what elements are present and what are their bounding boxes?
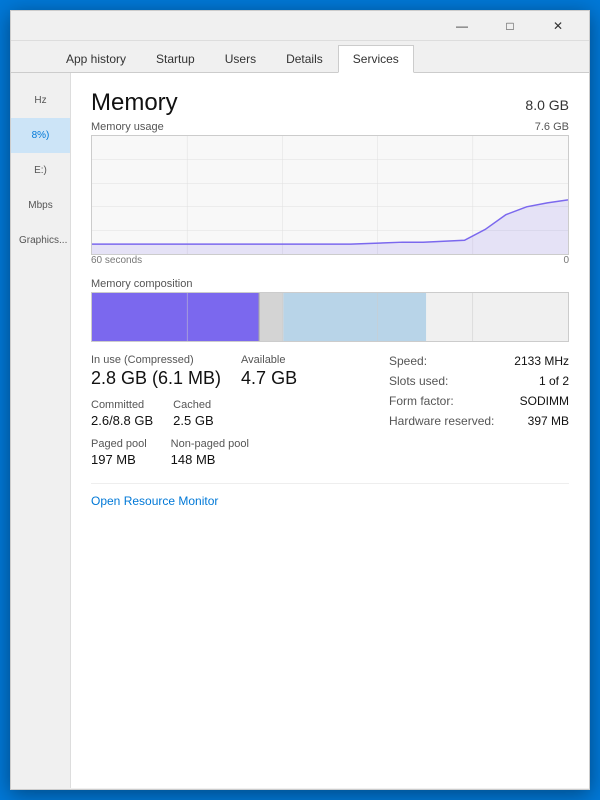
usage-chart-container bbox=[91, 135, 569, 255]
memory-header: Memory 8.0 GB bbox=[91, 89, 569, 117]
sidebar-item-disk[interactable]: E:) bbox=[11, 153, 70, 188]
sidebar-item-cpu[interactable]: Hz bbox=[11, 83, 70, 118]
usage-chart-svg bbox=[92, 136, 568, 254]
cached-value: 2.5 GB bbox=[173, 413, 213, 428]
tab-startup[interactable]: Startup bbox=[141, 45, 210, 73]
content-area: Hz 8%) E:) Mbps Graphics... Memory 8.0 G… bbox=[11, 73, 589, 788]
pool-section: Paged pool 197 MB Non-paged pool 148 MB bbox=[91, 438, 369, 467]
minimize-button[interactable]: — bbox=[439, 11, 485, 41]
usage-chart-label: Memory usage 7.6 GB bbox=[91, 121, 569, 133]
non-paged-pool-value: 148 MB bbox=[171, 452, 249, 467]
tab-details[interactable]: Details bbox=[271, 45, 338, 73]
sidebar-item-memory[interactable]: 8%) bbox=[11, 118, 70, 153]
committed-value: 2.6/8.8 GB bbox=[91, 413, 153, 428]
form-factor-row: Form factor: SODIMM bbox=[389, 394, 569, 408]
stat-non-paged-pool: Non-paged pool 148 MB bbox=[171, 438, 249, 467]
tab-app-history[interactable]: App history bbox=[51, 45, 141, 73]
slots-label: Slots used: bbox=[389, 374, 448, 388]
composition-chart-section: Memory composition bbox=[91, 278, 569, 342]
memory-title: Memory bbox=[91, 89, 178, 117]
stat-available: Available 4.7 GB bbox=[241, 354, 297, 389]
task-manager-window: — □ ✕ App history Startup Users Details … bbox=[10, 10, 590, 790]
speed-value: 2133 MHz bbox=[514, 354, 569, 368]
tab-bar: App history Startup Users Details Servic… bbox=[11, 41, 589, 73]
form-factor-label: Form factor: bbox=[389, 394, 454, 408]
sidebar-item-gpu[interactable]: Graphics... bbox=[11, 223, 70, 258]
resource-monitor-section: Open Resource Monitor bbox=[91, 483, 569, 510]
available-value: 4.7 GB bbox=[241, 368, 297, 389]
tab-users[interactable]: Users bbox=[210, 45, 271, 73]
title-bar: — □ ✕ bbox=[11, 11, 589, 41]
resource-monitor-link[interactable]: Open Resource Monitor bbox=[91, 494, 218, 508]
composition-chart-svg bbox=[92, 293, 568, 342]
tab-services[interactable]: Services bbox=[338, 45, 414, 73]
close-button[interactable]: ✕ bbox=[535, 11, 581, 41]
chart-time-labels: 60 seconds 0 bbox=[91, 255, 569, 266]
available-label: Available bbox=[241, 354, 297, 366]
memory-total: 8.0 GB bbox=[525, 97, 569, 113]
left-stats: In use (Compressed) 2.8 GB (6.1 MB) Avai… bbox=[91, 354, 369, 467]
speed-label: Speed: bbox=[389, 354, 427, 368]
cached-label: Cached bbox=[173, 399, 213, 411]
stat-cached: Cached 2.5 GB bbox=[173, 399, 213, 428]
paged-pool-value: 197 MB bbox=[91, 452, 147, 467]
in-use-value: 2.8 GB (6.1 MB) bbox=[91, 368, 221, 389]
paged-pool-label: Paged pool bbox=[91, 438, 147, 450]
hardware-reserved-label: Hardware reserved: bbox=[389, 414, 494, 428]
stats-section: In use (Compressed) 2.8 GB (6.1 MB) Avai… bbox=[91, 354, 569, 467]
slots-row: Slots used: 1 of 2 bbox=[389, 374, 569, 388]
composition-chart-container bbox=[91, 292, 569, 342]
hardware-reserved-row: Hardware reserved: 397 MB bbox=[389, 414, 569, 428]
committed-label: Committed bbox=[91, 399, 153, 411]
main-panel: Memory 8.0 GB Memory usage 7.6 GB bbox=[71, 73, 589, 788]
stat-in-use: In use (Compressed) 2.8 GB (6.1 MB) bbox=[91, 354, 221, 389]
slots-value: 1 of 2 bbox=[539, 374, 569, 388]
usage-chart-section: Memory usage 7.6 GB bbox=[91, 121, 569, 266]
stat-paged-pool: Paged pool 197 MB bbox=[91, 438, 147, 467]
stat-committed: Committed 2.6/8.8 GB bbox=[91, 399, 153, 428]
sidebar: Hz 8%) E:) Mbps Graphics... bbox=[11, 73, 71, 788]
sidebar-item-network[interactable]: Mbps bbox=[11, 188, 70, 223]
non-paged-pool-label: Non-paged pool bbox=[171, 438, 249, 450]
maximize-button[interactable]: □ bbox=[487, 11, 533, 41]
speed-row: Speed: 2133 MHz bbox=[389, 354, 569, 368]
committed-cached: Committed 2.6/8.8 GB Cached 2.5 GB bbox=[91, 399, 369, 428]
in-use-label: In use (Compressed) bbox=[91, 354, 221, 366]
hardware-reserved-value: 397 MB bbox=[528, 414, 569, 428]
form-factor-value: SODIMM bbox=[520, 394, 569, 408]
in-use-available: In use (Compressed) 2.8 GB (6.1 MB) Avai… bbox=[91, 354, 369, 389]
right-stats: Speed: 2133 MHz Slots used: 1 of 2 Form … bbox=[389, 354, 569, 467]
composition-label: Memory composition bbox=[91, 278, 569, 290]
window-controls: — □ ✕ bbox=[439, 11, 581, 41]
